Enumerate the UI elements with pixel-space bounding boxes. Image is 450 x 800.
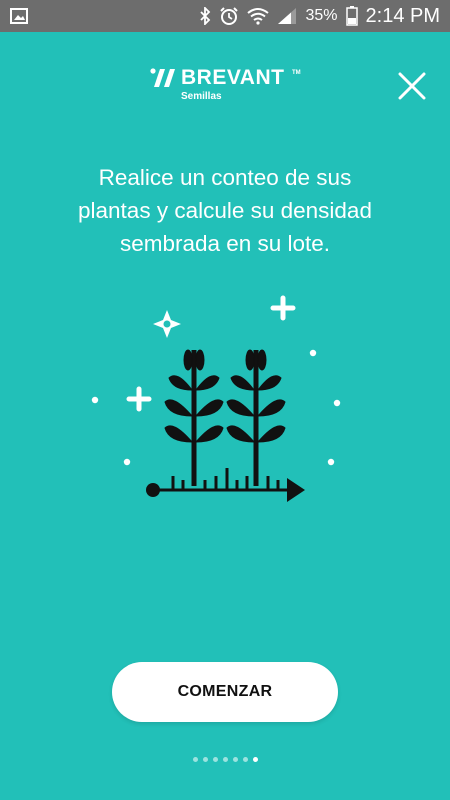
sparkle-plus-icon [126, 386, 152, 412]
clock-time: 2:14 PM [365, 4, 440, 27]
wifi-icon [247, 7, 270, 25]
page-indicator [0, 757, 450, 765]
page-dot[interactable] [232, 757, 238, 762]
plant-count-illustration [85, 290, 355, 520]
brand-subtitle: Semillas [181, 91, 222, 102]
signal-icon [277, 7, 297, 25]
page-dot[interactable] [222, 757, 228, 762]
status-bar-right: 35% 2:14 PM [199, 5, 440, 28]
sparkle-plus-icon [270, 295, 296, 321]
wheat-ruler-icon [91, 295, 341, 502]
intro-message-line-3: sembrada en su lote. [119, 231, 331, 256]
intro-message-line-2: plantas y calcule su densidad [78, 198, 372, 223]
page-dot[interactable] [252, 757, 258, 762]
brand-name: BREVANT [181, 66, 285, 89]
close-icon [398, 72, 426, 100]
page-dot[interactable] [242, 757, 248, 762]
brevant-logo: BREVANT TM Semillas [150, 66, 301, 106]
start-button[interactable]: COMENZAR [112, 662, 338, 722]
page-dot[interactable] [192, 757, 198, 762]
intro-message-line-1: Realice un conteo de sus [98, 165, 352, 190]
brevant-mark-icon [150, 68, 178, 93]
status-bar-left [10, 8, 28, 24]
close-button[interactable] [394, 68, 430, 104]
page-dot[interactable] [202, 757, 208, 762]
battery-percent: 35% [305, 7, 338, 24]
status-bar: 35% 2:14 PM [0, 0, 450, 32]
battery-icon [345, 6, 358, 26]
alarm-icon [219, 6, 239, 26]
gallery-icon [10, 8, 28, 24]
page-dot[interactable] [212, 757, 218, 762]
intro-message: Realice un conteo de sus plantas y calcu… [40, 161, 410, 260]
bluetooth-icon [199, 7, 211, 25]
brand-trademark: TM [292, 70, 301, 76]
